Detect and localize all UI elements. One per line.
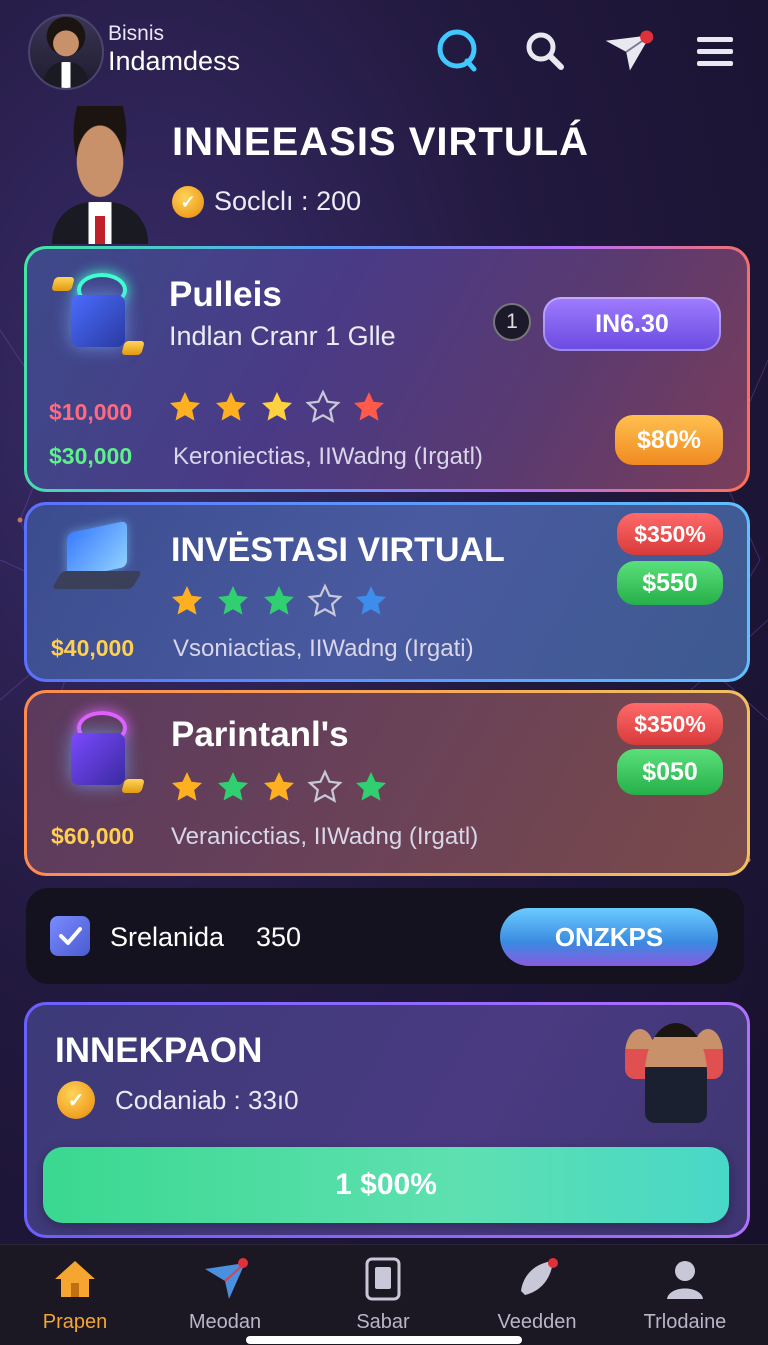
user-avatar[interactable] <box>28 14 104 90</box>
nav-label: Prapen <box>42 1311 108 1333</box>
circle-button[interactable] <box>430 24 484 78</box>
rating-stars <box>169 769 389 805</box>
star-icon <box>170 392 200 421</box>
rocket-icon <box>521 1258 558 1295</box>
page-title: INNEEASIS VIRTULÁ <box>172 120 590 164</box>
coin-balance: Soclclı : 200 <box>214 186 361 217</box>
search-icon <box>526 32 564 70</box>
star-icon <box>264 772 294 801</box>
investment-card-1[interactable]: Pulleis Indlan Cranr 1 Glle 1 IN6.30 $10… <box>24 246 750 492</box>
invest-balance-value: 33ı0 <box>248 1085 299 1115</box>
card-description: Keroniectias, IIWadng (Irgatl) <box>173 443 483 470</box>
nav-label: Veedden <box>497 1311 577 1333</box>
nav-label: Trlodaine <box>643 1311 727 1333</box>
selection-value: 350 <box>256 922 302 952</box>
menu-button[interactable] <box>688 24 742 78</box>
price-low: $10,000 <box>49 399 133 425</box>
invest-balance-label: Codaniab <box>115 1085 227 1115</box>
nav-item-profile[interactable]: Trlodaine <box>610 1255 760 1334</box>
checkbox[interactable] <box>50 916 90 956</box>
document-icon <box>365 1257 401 1301</box>
rating-stars <box>169 583 389 619</box>
invest-card: INNEKPAON ✓ Codaniab : 33ı0 1 $00% <box>24 1002 750 1238</box>
star-icon <box>354 392 384 421</box>
home-indicator <box>246 1336 522 1344</box>
star-outline-icon <box>305 389 341 423</box>
investment-card-3[interactable]: Parintanl's $60,000 Veranicctias, IIWadn… <box>24 690 750 876</box>
amount-button[interactable]: $550 <box>617 561 723 605</box>
check-icon <box>59 927 82 945</box>
star-outline-icon <box>307 769 343 803</box>
amount-button[interactable]: $050 <box>617 749 723 795</box>
profile-icon <box>667 1261 703 1299</box>
team-illustration <box>625 1017 725 1127</box>
card-subtitle: Indlan Cranr 1 Glle <box>169 321 396 351</box>
nav-label: Sabar <box>356 1311 410 1333</box>
star-outline-icon <box>307 583 343 617</box>
nav-item-map[interactable]: Meodan <box>150 1255 300 1334</box>
invest-balance: Codaniab : 33ı0 <box>115 1085 299 1116</box>
action-button[interactable]: ONZKPS <box>500 908 718 966</box>
avatar-tie <box>95 216 105 244</box>
coin-balance-label: Soclclı <box>214 186 294 216</box>
card-description: Vsoniactias, IIWadng (Irgati) <box>173 635 474 662</box>
coin-icon: ✓ <box>57 1081 95 1119</box>
star-icon <box>356 772 386 801</box>
coin-balance-value: 200 <box>316 186 362 216</box>
bottom-nav: Prapen Meodan Sabar Veedden Trlodaine <box>0 1244 768 1345</box>
card-price: $40,000 <box>51 635 135 661</box>
coin-balance-separator: : <box>301 186 309 216</box>
selection-label: Srelanida <box>110 922 225 952</box>
invest-balance-separator: : <box>233 1085 241 1115</box>
circle-icon <box>437 29 477 72</box>
star-icon <box>218 586 248 615</box>
percent-button[interactable]: $80% <box>615 415 723 465</box>
card-description: Veranicctias, IIWadng (Irgatl) <box>171 823 479 850</box>
brand-subtitle: Bisnis <box>108 22 165 45</box>
card-price: $60,000 <box>51 823 135 849</box>
star-icon <box>264 586 294 615</box>
paper-plane-icon <box>605 30 654 71</box>
price-high: $30,000 <box>49 443 133 469</box>
nav-item-home[interactable]: Prapen <box>0 1255 150 1334</box>
star-icon <box>218 772 248 801</box>
coin-icon: ✓ <box>172 186 204 218</box>
star-icon <box>262 392 292 421</box>
invest-title: INNEKPAON <box>55 1031 263 1070</box>
nav-item-rocket[interactable]: Veedden <box>462 1255 612 1334</box>
star-icon <box>216 392 246 421</box>
laptop-icon <box>45 517 145 607</box>
star-icon <box>172 772 202 801</box>
return-rate-badge[interactable]: $350% <box>617 513 723 555</box>
return-rate-badge[interactable]: $350% <box>617 703 723 745</box>
map-icon <box>205 1258 248 1299</box>
brand-title: Indamdess <box>108 46 241 76</box>
investment-card-2[interactable]: INVĖSTASI VIRTUAL $40,000 Vsoniactias, I… <box>24 502 750 682</box>
nav-item-document[interactable]: Sabar <box>308 1255 458 1334</box>
star-icon <box>172 586 202 615</box>
notifications-button[interactable] <box>602 24 656 78</box>
card-title: Pulleis <box>169 275 282 314</box>
price-button[interactable]: IN6.30 <box>543 297 721 351</box>
hero-avatar <box>46 106 154 244</box>
card-title: INVĖSTASI VIRTUAL <box>171 531 505 569</box>
invest-cta-button[interactable]: 1 $00% <box>43 1147 729 1223</box>
selection-row: Srelanida 350 ONZKPS <box>26 888 744 984</box>
count-badge: 1 <box>493 303 531 341</box>
card-title: Parintanl's <box>171 715 349 754</box>
server-cube-icon <box>53 705 145 795</box>
search-button[interactable] <box>518 24 572 78</box>
menu-icon <box>697 37 733 66</box>
star-icon <box>356 586 386 615</box>
server-cube-icon <box>51 267 145 357</box>
rating-stars <box>167 389 387 425</box>
home-icon <box>55 1261 95 1297</box>
nav-label: Meodan <box>188 1311 262 1333</box>
